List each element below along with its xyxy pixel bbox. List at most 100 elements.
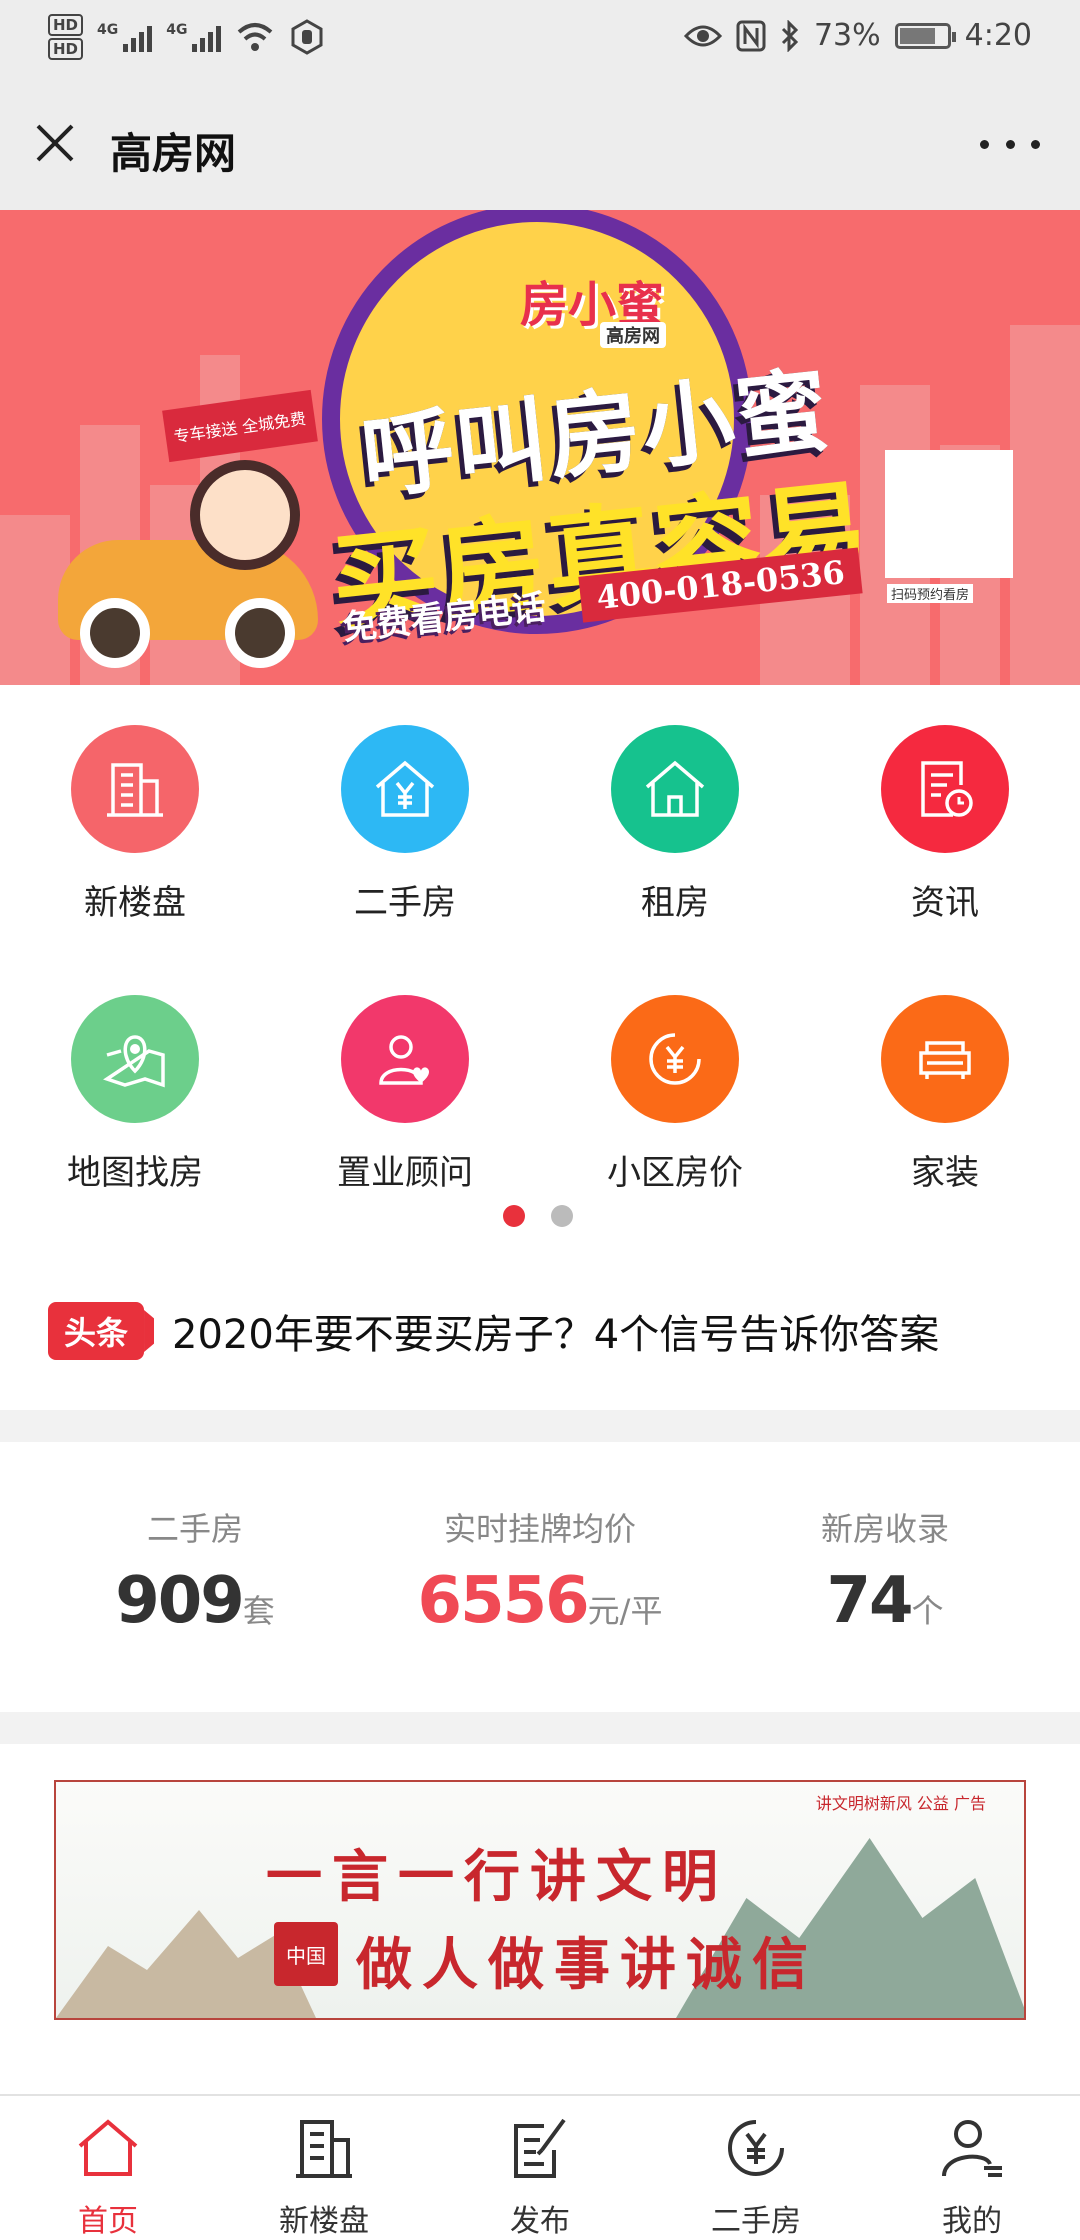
- wifi-icon: [238, 23, 273, 51]
- status-right: 73% 4:20: [683, 18, 1032, 53]
- stat-value-row: 6556元/平: [360, 1564, 720, 1638]
- news-clock-icon: [881, 725, 1009, 853]
- stat-unit: 个: [911, 1592, 944, 1630]
- sofa-icon: [881, 995, 1009, 1123]
- user-icon: [942, 2120, 1002, 2177]
- menu-pagination: [503, 1205, 573, 1227]
- tab-label: 首页: [78, 2204, 138, 2239]
- edit-icon: [514, 2118, 566, 2178]
- menu-label: 资讯: [911, 883, 979, 923]
- tab-label: 新楼盘: [279, 2204, 369, 2239]
- title-bar: 高房网: [0, 80, 1080, 210]
- building-icon: [296, 2120, 352, 2178]
- menu-label: 小区房价: [607, 1153, 743, 1193]
- menu-item-map-search[interactable]: 地图找房: [0, 995, 270, 1194]
- banner-flag: 专车接送 全城免费: [162, 389, 318, 463]
- consultant-icon: [341, 995, 469, 1123]
- promo-banner[interactable]: 房小蜜 高房网 专车接送 全城免费 呼叫房小蜜 买房真容易 免费看房电话 400…: [0, 210, 1080, 685]
- ad-corner-label: 讲文明树新风 公益 广告: [815, 1794, 986, 1813]
- tab-label: 我的: [942, 2204, 1002, 2239]
- qr-caption: 扫码预约看房: [887, 584, 974, 603]
- stat-label: 二手房: [146, 1510, 243, 1548]
- stat-unit: 套: [242, 1592, 275, 1630]
- menu-grid: 新楼盘 二手房 租房 资讯 地图找房 置业顾问 小区房价 家装 头条 2020年…: [0, 685, 1080, 1410]
- menu-item-consultant[interactable]: 置业顾问: [270, 995, 540, 1194]
- yuan-circle-icon: [728, 2120, 784, 2176]
- tab-publish[interactable]: 发布: [432, 2112, 648, 2240]
- menu-label: 租房: [641, 883, 709, 923]
- tab-profile[interactable]: 我的: [864, 2112, 1080, 2240]
- stat-value: 909: [115, 1564, 245, 1638]
- banner-logo-sub: 高房网: [600, 322, 666, 348]
- clock-time: 4:20: [964, 18, 1032, 53]
- menu-dot-active[interactable]: [503, 1205, 525, 1227]
- mascot-illustration: [190, 460, 300, 570]
- menu-label: 新楼盘: [84, 883, 186, 923]
- menu-item-second-hand[interactable]: 二手房: [270, 725, 540, 924]
- menu-item-community-price[interactable]: 小区房价: [540, 995, 810, 1194]
- network-type-1: 4G: [97, 22, 119, 38]
- headline-text[interactable]: 2020年要不要买房子？4个信号告诉你答案: [172, 1302, 939, 1360]
- stat-value-row: 74个: [705, 1564, 1065, 1638]
- map-pin-icon: [71, 995, 199, 1123]
- ad-line-1: 一言一行讲文明: [266, 1845, 728, 1910]
- page-title: 高房网: [110, 129, 237, 178]
- nfc-icon: [736, 20, 766, 51]
- menu-dot[interactable]: [551, 1205, 573, 1227]
- hd1-badge: HD: [48, 14, 84, 36]
- tab-label: 二手房: [711, 2204, 801, 2239]
- eye-icon: [683, 25, 722, 46]
- page: HD HD 4G 4G 73% 4:20 高房网 房小蜜 高房网 专车接送 全城…: [0, 0, 1080, 2240]
- ad-line-2: 做人做事讲诚信: [356, 1933, 818, 1998]
- hd-badges: HD HD: [48, 14, 84, 60]
- stat-average-price[interactable]: 实时挂牌均价 6556元/平: [360, 1504, 720, 1638]
- ad-section: 讲文明树新风 公益 广告 一言一行讲文明 中国 做人做事讲诚信: [0, 1744, 1080, 2094]
- battery-icon: [894, 22, 956, 49]
- network-type-2: 4G: [166, 22, 188, 38]
- car-wheel: [225, 598, 295, 668]
- menu-item-rent[interactable]: 租房: [540, 725, 810, 924]
- stat-unit: 元/平: [587, 1592, 663, 1630]
- stat-label: 实时挂牌均价: [443, 1510, 636, 1548]
- menu-item-decoration[interactable]: 家装: [810, 995, 1080, 1194]
- stat-value: 6556: [417, 1564, 590, 1638]
- hd2-badge: HD: [48, 38, 84, 60]
- tab-home[interactable]: 首页: [0, 2112, 216, 2240]
- stat-new-homes[interactable]: 新房收录 74个: [705, 1504, 1065, 1638]
- menu-label: 家装: [911, 1153, 979, 1193]
- bluetooth-icon: [781, 19, 799, 52]
- stat-value: 74: [826, 1564, 913, 1638]
- battery-percent: 73%: [813, 18, 881, 53]
- menu-item-news[interactable]: 资讯: [810, 725, 1080, 924]
- status-bar: HD HD 4G 4G 73% 4:20: [0, 0, 1080, 80]
- tab-second-hand[interactable]: 二手房: [648, 2112, 864, 2240]
- signal-icon-1: 4G: [97, 22, 153, 52]
- more-menu-icon[interactable]: [980, 124, 1040, 164]
- menu-label: 地图找房: [67, 1153, 203, 1193]
- building-icon: [71, 725, 199, 853]
- market-stats: 二手房 909套 实时挂牌均价 6556元/平 新房收录 74个: [0, 1442, 1080, 1712]
- menu-label: 二手房: [354, 883, 456, 923]
- menu-label: 置业顾问: [337, 1153, 473, 1193]
- tab-new-homes[interactable]: 新楼盘: [216, 2112, 432, 2240]
- qr-code: [885, 450, 1013, 578]
- house-icon: [611, 725, 739, 853]
- headline-tag: 头条: [48, 1302, 145, 1360]
- ad-seal: 中国: [274, 1922, 338, 1986]
- car-wheel: [80, 598, 150, 668]
- yuan-house-icon: [341, 725, 469, 853]
- public-service-ad[interactable]: 讲文明树新风 公益 广告 一言一行讲文明 中国 做人做事讲诚信: [54, 1780, 1026, 2020]
- stat-value-row: 909套: [15, 1564, 375, 1638]
- signal-icon-2: 4G: [166, 22, 222, 52]
- close-icon[interactable]: [30, 118, 80, 168]
- stat-second-hand[interactable]: 二手房 909套: [15, 1504, 375, 1638]
- home-icon: [78, 2119, 138, 2176]
- status-left: HD HD 4G 4G: [48, 14, 325, 60]
- headline-news[interactable]: 头条 2020年要不要买房子？4个信号告诉你答案: [48, 1302, 939, 1360]
- menu-item-new-homes[interactable]: 新楼盘: [0, 725, 270, 924]
- stat-label: 新房收录: [820, 1510, 949, 1548]
- hand-icon: [291, 19, 323, 55]
- tab-label: 发布: [510, 2204, 570, 2239]
- bottom-tab-bar: 首页 新楼盘 发布 二手房 我的: [0, 2094, 1080, 2240]
- yuan-circle-icon: [611, 995, 739, 1123]
